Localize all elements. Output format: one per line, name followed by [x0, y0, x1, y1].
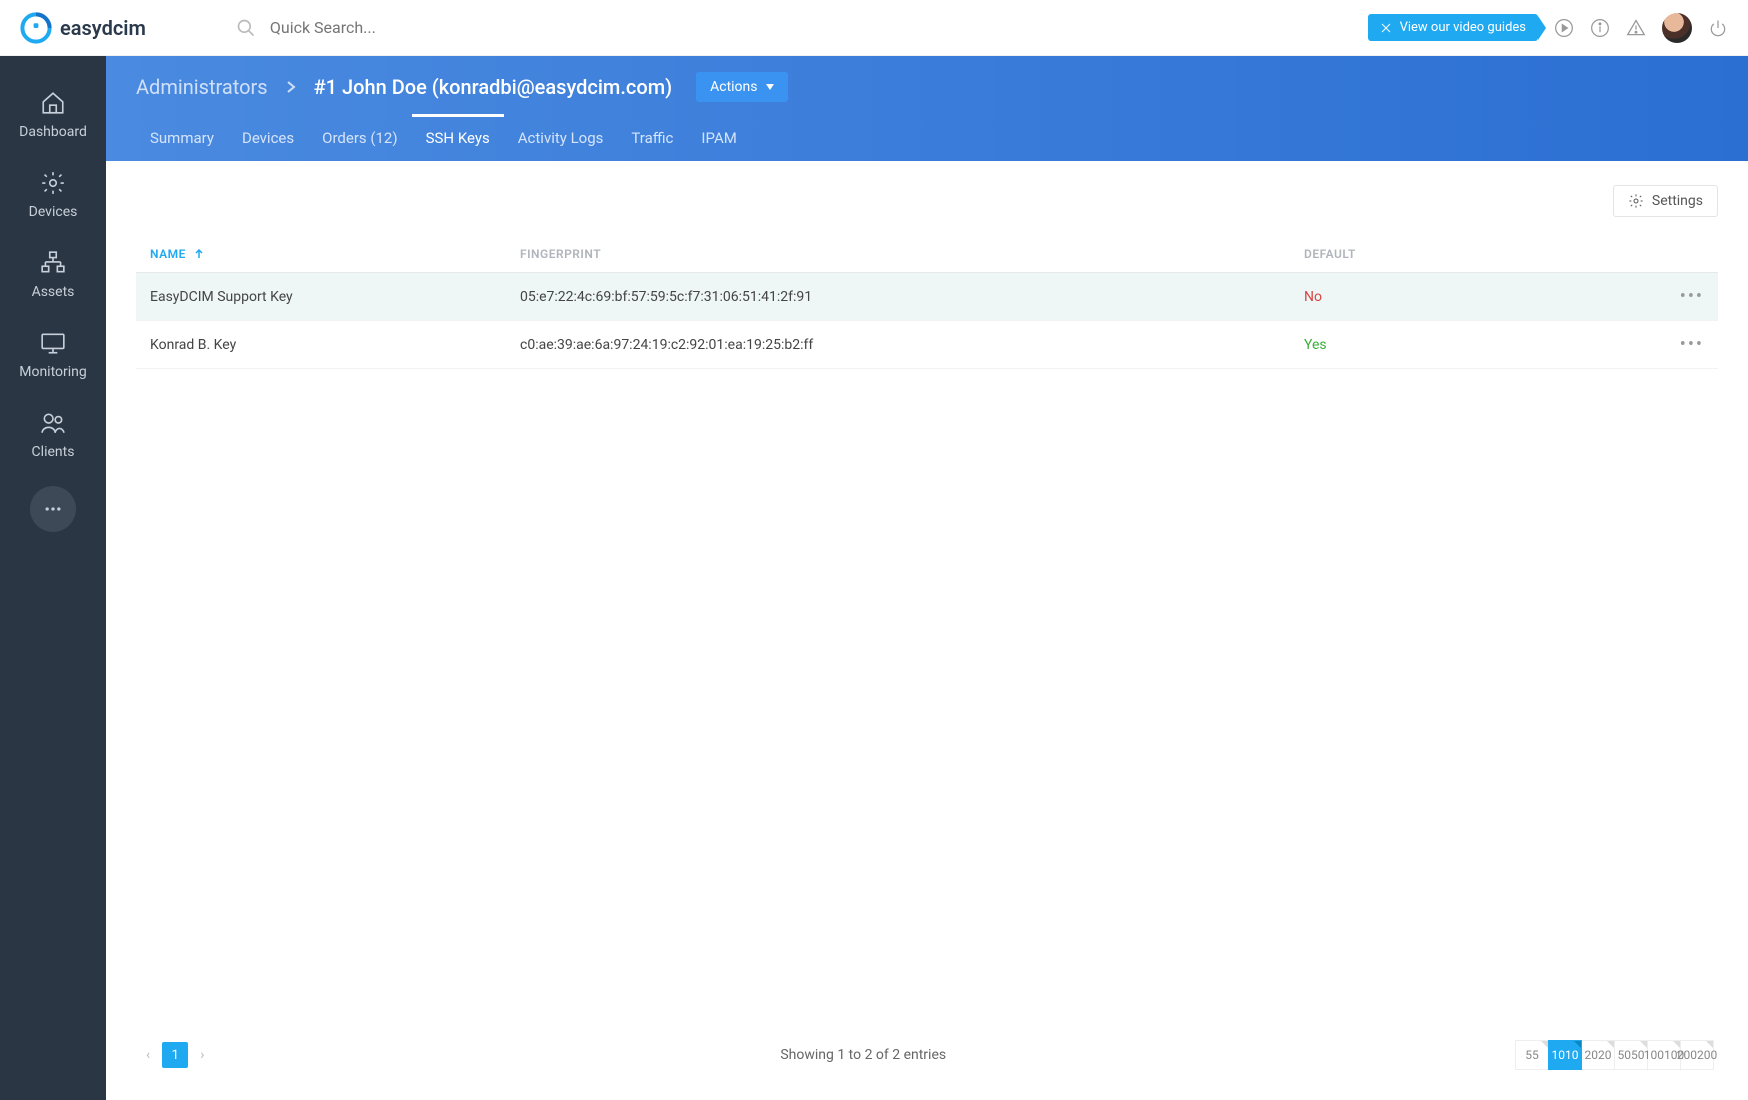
users-icon [40, 410, 66, 436]
page-size-5[interactable]: 55 [1515, 1040, 1549, 1070]
cell-default: Yes [1304, 337, 1644, 353]
topbar: easydcim View our video guides [0, 0, 1748, 56]
page-size-20[interactable]: 2020 [1581, 1040, 1615, 1070]
info-icon[interactable] [1590, 18, 1610, 38]
sidebar-item-label: Devices [29, 204, 78, 220]
ssh-keys-table: NAME FINGERPRINT DEFAULT EasyDCIM Suppor… [136, 235, 1718, 369]
pagination-prev[interactable]: ‹ [140, 1043, 156, 1067]
breadcrumb-current: #1 John Doe (konradbi@easydcim.com) [314, 75, 672, 99]
pagination-next[interactable]: › [194, 1043, 210, 1067]
breadcrumb: Administrators #1 John Doe (konradbi@eas… [106, 56, 1748, 114]
sidebar-item-label: Clients [32, 444, 75, 460]
page-size-10[interactable]: 1010 [1548, 1040, 1582, 1070]
cell-name: Konrad B. Key [150, 337, 520, 353]
sidebar-item-assets[interactable]: Assets [0, 240, 106, 310]
pagination: ‹ 1 › [140, 1042, 210, 1068]
th-name[interactable]: NAME [150, 247, 520, 261]
chevron-right-icon [286, 80, 296, 94]
close-icon [1380, 22, 1392, 34]
actions-label: Actions [710, 79, 757, 95]
table-header-row: NAME FINGERPRINT DEFAULT [136, 235, 1718, 273]
pagination-page-1[interactable]: 1 [162, 1042, 188, 1068]
home-icon [40, 90, 66, 116]
topbar-right: View our video guides [1368, 13, 1728, 43]
page-size-selector: 55 1010 2020 5050 100100 200200 [1516, 1040, 1714, 1070]
body-area: Settings NAME FINGERPRINT DEFAULT EasyDC… [106, 161, 1748, 1100]
settings-button[interactable]: Settings [1613, 185, 1718, 217]
tab-orders[interactable]: Orders (12) [308, 114, 411, 161]
cell-fingerprint: 05:e7:22:4c:69:bf:57:59:5c:f7:31:06:51:4… [520, 289, 1304, 305]
sidebar-item-label: Dashboard [19, 124, 87, 140]
tab-devices[interactable]: Devices [228, 114, 308, 161]
content: Administrators #1 John Doe (konradbi@eas… [106, 56, 1748, 1100]
tab-ipam[interactable]: IPAM [687, 114, 750, 161]
play-circle-icon[interactable] [1554, 18, 1574, 38]
video-guide-label: View our video guides [1400, 20, 1526, 35]
avatar[interactable] [1662, 13, 1692, 43]
cell-fingerprint: c0:ae:39:ae:6a:97:24:19:c2:92:01:ea:19:2… [520, 337, 1304, 353]
main: Dashboard Devices Assets Monitoring Clie… [0, 56, 1748, 1100]
logo[interactable]: easydcim [20, 12, 146, 44]
gear-icon [40, 170, 66, 196]
page-header: Administrators #1 John Doe (konradbi@eas… [106, 56, 1748, 161]
video-guide-banner[interactable]: View our video guides [1368, 14, 1538, 41]
search-wrap [236, 18, 530, 38]
sort-asc-icon [194, 249, 204, 259]
sitemap-icon [40, 250, 66, 276]
tab-traffic[interactable]: Traffic [617, 114, 687, 161]
tabs: Summary Devices Orders (12) SSH Keys Act… [106, 114, 1748, 161]
more-horizontal-icon [43, 499, 63, 519]
brand-name: easydcim [60, 16, 146, 40]
sidebar-item-label: Assets [32, 284, 75, 300]
sidebar-item-clients[interactable]: Clients [0, 400, 106, 470]
monitor-icon [40, 330, 66, 356]
sidebar: Dashboard Devices Assets Monitoring Clie… [0, 56, 106, 1100]
tab-summary[interactable]: Summary [136, 114, 228, 161]
search-input[interactable] [270, 18, 530, 37]
pagination-info: Showing 1 to 2 of 2 entries [780, 1047, 946, 1063]
alert-triangle-icon[interactable] [1626, 18, 1646, 38]
cell-name: EasyDCIM Support Key [150, 289, 520, 305]
row-actions[interactable]: ••• [1644, 334, 1704, 355]
sidebar-more[interactable] [30, 486, 76, 532]
cell-default: No [1304, 289, 1644, 305]
table-row[interactable]: Konrad B. Key c0:ae:39:ae:6a:97:24:19:c2… [136, 321, 1718, 369]
th-fingerprint[interactable]: FINGERPRINT [520, 247, 1304, 261]
body-top: Settings [136, 185, 1718, 217]
actions-button[interactable]: Actions [696, 72, 787, 102]
breadcrumb-root[interactable]: Administrators [136, 75, 268, 99]
tab-activity-logs[interactable]: Activity Logs [504, 114, 618, 161]
table-row[interactable]: EasyDCIM Support Key 05:e7:22:4c:69:bf:5… [136, 273, 1718, 321]
search-icon [236, 18, 256, 38]
sidebar-item-dashboard[interactable]: Dashboard [0, 80, 106, 150]
settings-label: Settings [1652, 193, 1703, 209]
sidebar-item-devices[interactable]: Devices [0, 160, 106, 230]
power-icon[interactable] [1708, 18, 1728, 38]
page-size-200[interactable]: 200200 [1680, 1040, 1714, 1070]
row-actions[interactable]: ••• [1644, 286, 1704, 307]
th-default[interactable]: DEFAULT [1304, 247, 1644, 261]
caret-down-icon [766, 84, 774, 90]
brand-icon [20, 12, 52, 44]
sidebar-item-monitoring[interactable]: Monitoring [0, 320, 106, 390]
tab-ssh-keys[interactable]: SSH Keys [412, 114, 504, 161]
gear-icon [1628, 193, 1644, 209]
table-footer: ‹ 1 › Showing 1 to 2 of 2 entries 55 101… [136, 1022, 1718, 1076]
sidebar-item-label: Monitoring [19, 364, 87, 380]
